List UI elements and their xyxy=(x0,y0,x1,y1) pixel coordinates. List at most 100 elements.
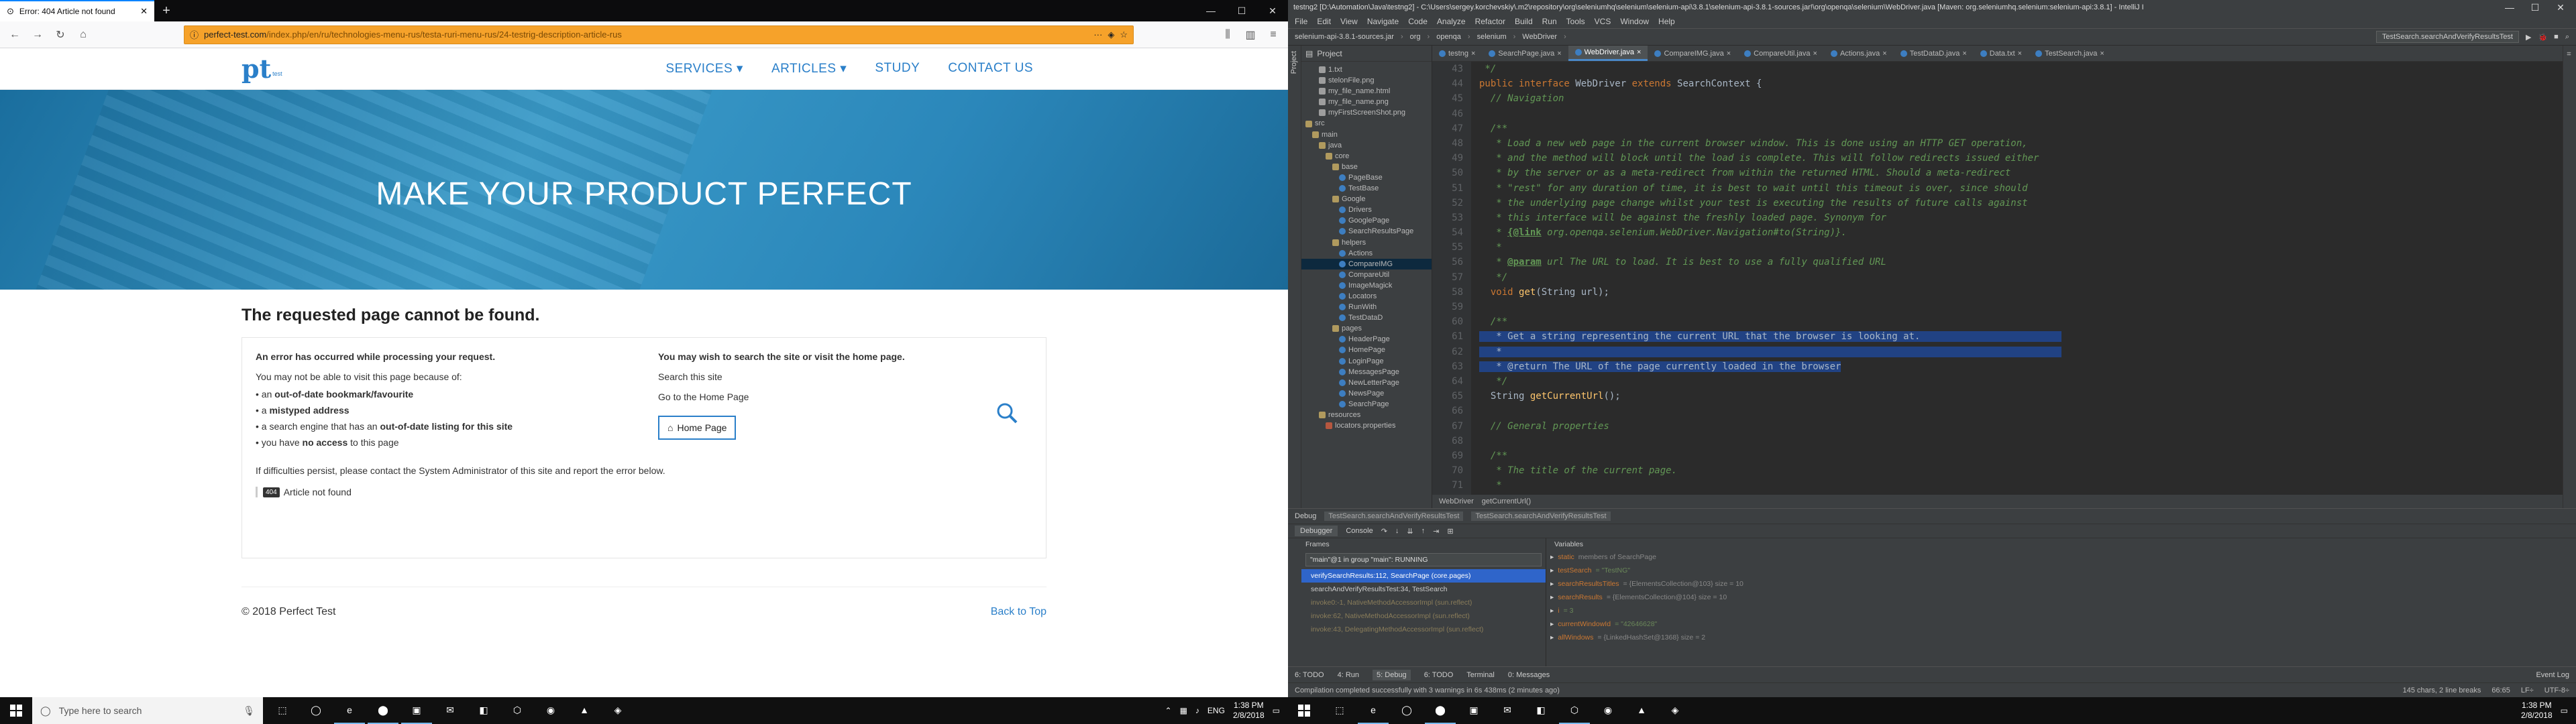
code-line[interactable] xyxy=(1479,107,2563,121)
back-button[interactable]: ← xyxy=(5,25,24,44)
code-line[interactable]: void get(String url); xyxy=(1479,285,2563,300)
stack-frame[interactable]: invoke0:-1, NativeMethodAccessorImpl (su… xyxy=(1301,596,1546,609)
event-log-button[interactable]: Event Log xyxy=(2536,671,2569,679)
ide-menu-analyze[interactable]: Analyze xyxy=(1437,17,1466,26)
debug-tab-debugger[interactable]: Debugger xyxy=(1295,526,1338,536)
menu-contact[interactable]: CONTACT US xyxy=(948,61,1033,76)
taskbar-app-icon[interactable]: ▲ xyxy=(569,697,600,724)
code-line[interactable]: * this interface will be against the fre… xyxy=(1479,210,2563,225)
taskbar-app-icon[interactable]: ⬡ xyxy=(1559,697,1590,724)
search-icon[interactable] xyxy=(994,400,1020,426)
taskbar-app-icon[interactable]: e xyxy=(334,697,365,724)
tree-item[interactable]: NewLetterPage xyxy=(1301,377,1432,388)
stop-icon[interactable]: ■ xyxy=(2554,33,2559,41)
ide-menu-help[interactable]: Help xyxy=(1658,17,1675,26)
code-lines[interactable]: */ public interface WebDriver extends Sea… xyxy=(1471,62,2563,493)
nav-crumb[interactable]: openqa xyxy=(1436,33,1470,41)
editor-tab[interactable]: TestDataD.java × xyxy=(1894,46,1974,61)
taskbar-app-icon[interactable]: ◉ xyxy=(535,697,566,724)
code-line[interactable]: * "rest" for any duration of time, it is… xyxy=(1479,181,2563,196)
run-to-cursor-icon[interactable]: ⇥ xyxy=(1433,527,1439,536)
taskbar-app-icon[interactable]: ◧ xyxy=(1525,697,1556,724)
code-line[interactable]: */ xyxy=(1479,374,2563,389)
tree-item[interactable]: TestBase xyxy=(1301,183,1432,194)
taskbar-app-icon[interactable]: ⬤ xyxy=(368,697,398,724)
taskbar-app-icon[interactable]: ◧ xyxy=(468,697,499,724)
tree-item[interactable]: CompareIMG xyxy=(1301,258,1432,269)
code-line[interactable]: */ xyxy=(1479,270,2563,285)
editor-tab[interactable]: CompareIMG.java × xyxy=(1648,46,1737,61)
code-line[interactable]: * @return The URL of the page currently … xyxy=(1479,359,2563,374)
tree-item[interactable]: MessagesPage xyxy=(1301,367,1432,377)
tree-item[interactable]: myFirstScreenShot.png xyxy=(1301,107,1432,118)
tree-item[interactable]: Google xyxy=(1301,194,1432,204)
expand-arrow-icon[interactable]: ▸ xyxy=(1550,634,1554,642)
tree-item[interactable]: HeaderPage xyxy=(1301,334,1432,345)
expand-arrow-icon[interactable]: ▸ xyxy=(1550,566,1554,575)
step-into-icon[interactable]: ↓ xyxy=(1395,527,1399,535)
taskbar-app-icon[interactable]: ▲ xyxy=(1626,697,1657,724)
ide-menu-tools[interactable]: Tools xyxy=(1566,17,1585,26)
url-bar[interactable]: ⓘ perfect-test.com/index.php/en/ru/techn… xyxy=(184,25,1134,44)
pocket-icon[interactable]: ◈ xyxy=(1108,29,1114,40)
tab-close-icon[interactable]: ✕ xyxy=(140,6,148,17)
tree-item[interactable]: helpers xyxy=(1301,237,1432,248)
tree-item[interactable]: GooglePage xyxy=(1301,215,1432,226)
back-to-top-link[interactable]: Back to Top xyxy=(991,606,1046,618)
status-item[interactable]: LF÷ xyxy=(2521,686,2534,695)
editor-tab[interactable]: SearchPage.java × xyxy=(1482,46,1568,61)
minimize-button[interactable]: — xyxy=(1195,0,1226,21)
tree-item[interactable]: resources xyxy=(1301,410,1432,420)
debug-session-tab[interactable]: TestSearch.searchAndVerifyResultsTest xyxy=(1324,511,1464,521)
code-line[interactable]: * xyxy=(1479,478,2563,493)
force-step-icon[interactable]: ⇊ xyxy=(1407,527,1413,536)
code-line[interactable]: * @param url The URL to load. It is best… xyxy=(1479,255,2563,269)
tree-item[interactable]: PageBase xyxy=(1301,172,1432,183)
expand-arrow-icon[interactable]: ▸ xyxy=(1550,593,1554,601)
nav-crumb[interactable]: selenium-api-3.8.1-sources.jar xyxy=(1295,33,1403,41)
tree-item[interactable]: pages xyxy=(1301,323,1432,334)
variable-row[interactable]: ▸ testSearch = "TestNG" xyxy=(1550,564,2563,577)
debug-session-tab[interactable]: TestSearch.searchAndVerifyResultsTest xyxy=(1471,511,1611,521)
taskbar-app-icon[interactable]: ◯ xyxy=(1391,697,1422,724)
tree-item[interactable]: NewsPage xyxy=(1301,388,1432,399)
tree-item[interactable]: java xyxy=(1301,140,1432,151)
tree-item[interactable]: SearchPage xyxy=(1301,399,1432,410)
code-area[interactable]: 43 44 45 46 47 48 49 50 51 52 53 54 55 56 57 58 59 60 61 62… xyxy=(1432,62,2563,508)
taskbar-app-icon[interactable]: e xyxy=(1358,697,1389,724)
tree-item[interactable]: ImageMagick xyxy=(1301,280,1432,291)
taskbar-search[interactable]: ◯ Type here to search 🎙 xyxy=(32,697,263,724)
hamburger-menu-icon[interactable]: ≡ xyxy=(1264,25,1283,44)
code-line[interactable]: * by the server or as a meta-redirect fr… xyxy=(1479,166,2563,180)
editor-tab[interactable]: testng × xyxy=(1432,46,1482,61)
variable-row[interactable]: ▸ allWindows = {LinkedHashSet@1368} size =… xyxy=(1550,631,2563,644)
tab-close-icon[interactable]: × xyxy=(1882,50,1886,58)
clock-2[interactable]: 1:38 PM 2/8/2018 xyxy=(2521,701,2553,721)
tool-window-button[interactable]: Terminal xyxy=(1466,671,1495,679)
code-line[interactable]: * {@link org.openqa.selenium.WebDriver.N… xyxy=(1479,225,2563,240)
language-indicator[interactable]: ENG xyxy=(1208,706,1225,715)
tab-close-icon[interactable]: × xyxy=(1557,50,1561,58)
taskbar-app-icon[interactable]: ✉ xyxy=(435,697,466,724)
notifications-icon[interactable]: ▭ xyxy=(2561,706,2568,715)
tree-item[interactable]: CompareUtil xyxy=(1301,269,1432,280)
taskbar-app-icon[interactable]: ◯ xyxy=(301,697,331,724)
tree-item[interactable]: Locators xyxy=(1301,291,1432,302)
start-button[interactable] xyxy=(0,697,32,724)
code-line[interactable]: * The title of the current page. xyxy=(1479,463,2563,478)
tray-chevron-icon[interactable]: ⌃ xyxy=(1165,706,1172,715)
editor-crumb[interactable]: WebDriver xyxy=(1439,494,1474,509)
microphone-icon[interactable]: 🎙 xyxy=(243,705,255,717)
ide-menu-build[interactable]: Build xyxy=(1515,17,1533,26)
tree-item[interactable]: stelonFile.png xyxy=(1301,75,1432,86)
code-line[interactable]: public interface WebDriver extends Searc… xyxy=(1479,76,2563,91)
nav-crumb[interactable]: selenium xyxy=(1477,33,1516,41)
tab-close-icon[interactable]: × xyxy=(1471,50,1475,58)
code-line[interactable]: /** xyxy=(1479,448,2563,463)
reload-button[interactable]: ↻ xyxy=(51,25,70,44)
home-icon[interactable]: ⌂ xyxy=(74,25,93,44)
ide-maximize-button[interactable]: ☐ xyxy=(2525,2,2545,13)
tab-close-icon[interactable]: × xyxy=(2018,50,2022,58)
tab-close-icon[interactable]: × xyxy=(1962,50,1966,58)
code-line[interactable] xyxy=(1479,300,2563,314)
